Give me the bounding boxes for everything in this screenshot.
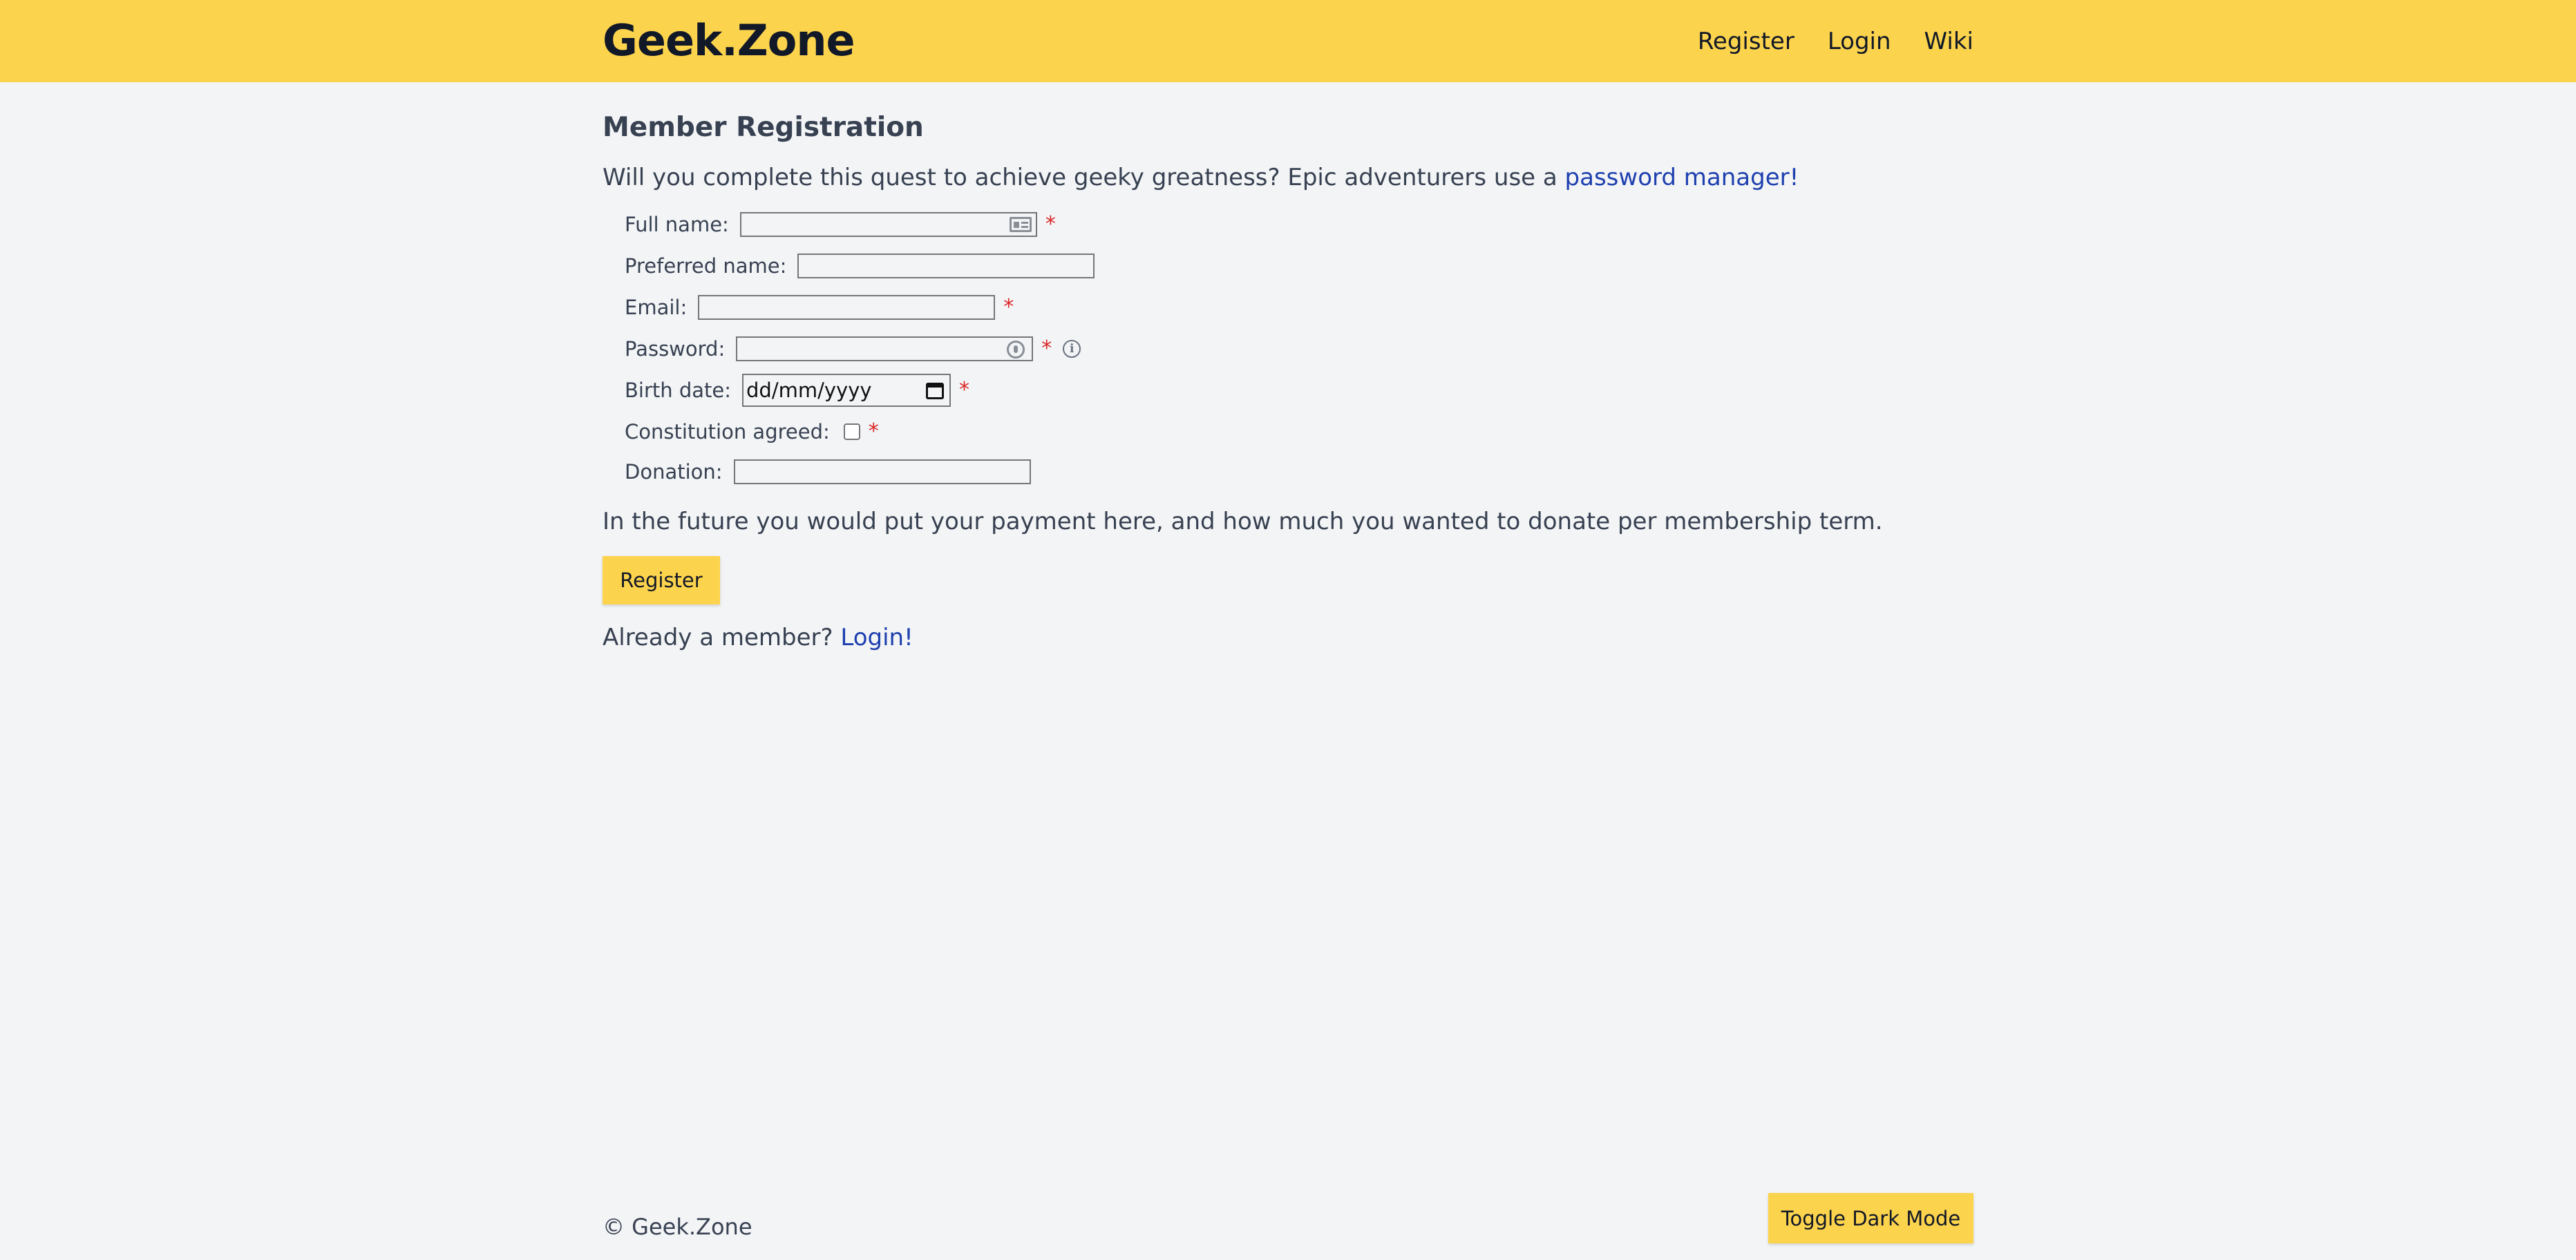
birth-date-label: Birth date: bbox=[625, 379, 732, 402]
donation-input[interactable] bbox=[735, 461, 1030, 483]
email-row: Email: * bbox=[625, 291, 1014, 324]
preferred-name-field[interactable] bbox=[797, 254, 1095, 278]
toggle-dark-mode-button[interactable]: Toggle Dark Mode bbox=[1768, 1193, 1973, 1243]
required-marker: * bbox=[868, 419, 879, 443]
preferred-name-input[interactable] bbox=[799, 255, 1094, 277]
intro-text: Will you complete this quest to achieve … bbox=[603, 160, 1799, 195]
required-marker: * bbox=[1003, 295, 1014, 319]
already-member-label: Already a member? bbox=[603, 624, 841, 651]
already-member-text: Already a member? Login! bbox=[603, 620, 913, 656]
payment-note: In the future you would put your payment… bbox=[603, 508, 1883, 535]
site-header: Geek.Zone Register Login Wiki bbox=[0, 0, 2576, 82]
required-marker: * bbox=[959, 378, 970, 402]
nav-register[interactable]: Register bbox=[1698, 23, 1794, 59]
calendar-icon[interactable] bbox=[926, 383, 945, 399]
birth-date-row: Birth date: dd/mm/yyyy * bbox=[625, 374, 969, 407]
main-nav: Register Login Wiki bbox=[1698, 23, 1973, 59]
password-row: Password: * i bbox=[625, 332, 1081, 365]
password-field[interactable] bbox=[736, 336, 1034, 361]
preferred-name-label: Preferred name: bbox=[625, 254, 787, 278]
full-name-label: Full name: bbox=[625, 213, 729, 236]
nav-wiki[interactable]: Wiki bbox=[1924, 23, 1973, 59]
password-label: Password: bbox=[625, 337, 726, 361]
constitution-checkbox[interactable] bbox=[843, 423, 860, 440]
full-name-row: Full name: * bbox=[625, 208, 1056, 241]
birth-date-placeholder: dd/mm/yyyy bbox=[746, 379, 872, 402]
contact-card-icon[interactable] bbox=[1009, 217, 1032, 232]
preferred-name-row: Preferred name: bbox=[625, 249, 1095, 283]
page-title: Member Registration bbox=[603, 112, 924, 143]
donation-field[interactable] bbox=[733, 459, 1031, 484]
birth-date-input[interactable]: dd/mm/yyyy bbox=[742, 374, 951, 407]
required-marker: * bbox=[1041, 336, 1052, 361]
email-input[interactable] bbox=[699, 296, 994, 318]
constitution-label: Constitution agreed: bbox=[625, 420, 830, 443]
constitution-row: Constitution agreed: * bbox=[625, 415, 879, 448]
full-name-field[interactable] bbox=[739, 212, 1037, 237]
nav-login[interactable]: Login bbox=[1828, 23, 1891, 59]
email-field[interactable] bbox=[698, 295, 996, 320]
login-link[interactable]: Login! bbox=[840, 624, 913, 651]
site-logo[interactable]: Geek.Zone bbox=[603, 13, 855, 68]
password-manager-link[interactable]: password manager! bbox=[1565, 164, 1799, 191]
donation-label: Donation: bbox=[625, 460, 723, 484]
register-button[interactable]: Register bbox=[603, 556, 720, 604]
footer-copyright: © Geek.Zone bbox=[603, 1214, 752, 1240]
password-input[interactable] bbox=[737, 338, 1032, 360]
donation-row: Donation: bbox=[625, 455, 1031, 488]
required-marker: * bbox=[1045, 212, 1056, 236]
intro-text-body: Will you complete this quest to achieve … bbox=[603, 164, 1565, 191]
email-label: Email: bbox=[625, 296, 688, 319]
full-name-input[interactable] bbox=[741, 213, 1036, 236]
info-icon[interactable]: i bbox=[1063, 340, 1081, 358]
